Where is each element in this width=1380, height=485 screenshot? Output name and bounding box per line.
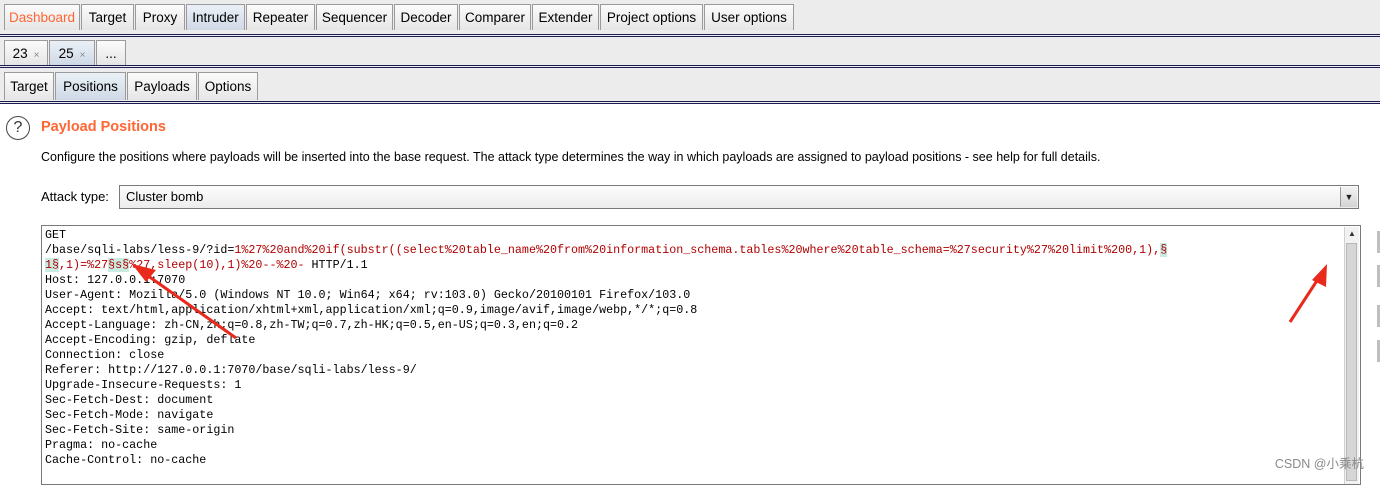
- annotation-arrows: [132, 264, 1327, 340]
- arrow-line: [1288, 275, 1322, 323]
- arrow-line: [143, 271, 237, 340]
- watermark: CSDN @小乘杭: [1274, 457, 1364, 471]
- annotation-arrow-right: [1288, 264, 1327, 323]
- annotation-arrow-left: [132, 264, 237, 340]
